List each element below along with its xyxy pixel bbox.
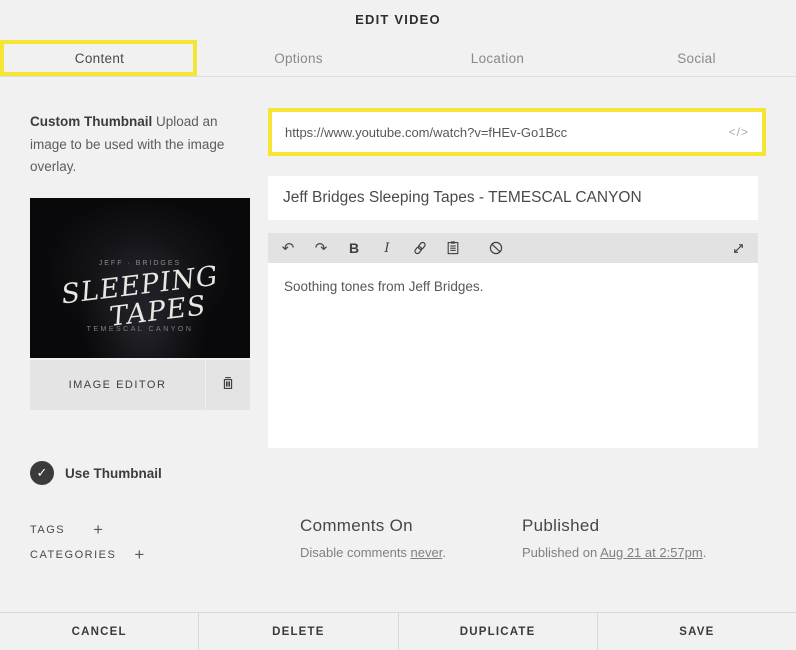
- text-editor-toolbar: ↶ ↷ B I: [268, 233, 758, 263]
- disable-comments-never-link[interactable]: never: [411, 545, 443, 560]
- clear-format-icon[interactable]: [488, 240, 504, 256]
- delete-thumbnail-button[interactable]: [206, 360, 250, 410]
- published-subtext: Published on Aug 21 at 2:57pm.: [522, 545, 707, 560]
- link-icon[interactable]: [412, 240, 428, 256]
- video-url-input[interactable]: [285, 124, 729, 140]
- bold-icon[interactable]: B: [346, 240, 362, 256]
- video-title-input[interactable]: [268, 176, 758, 220]
- use-thumbnail-row: ✓ Use Thumbnail: [30, 461, 162, 485]
- add-tag-button[interactable]: +: [93, 521, 103, 538]
- published-heading: Published: [522, 516, 600, 535]
- save-button[interactable]: SAVE: [596, 613, 796, 650]
- embed-code-icon[interactable]: </>: [729, 125, 749, 139]
- custom-thumbnail-label: Custom Thumbnail: [30, 114, 153, 129]
- tab-options[interactable]: Options: [199, 40, 398, 76]
- artwork-subtitle: TEMESCAL CANYON: [86, 326, 194, 333]
- cancel-button[interactable]: CANCEL: [0, 613, 198, 650]
- checkmark-icon: ✓: [36, 465, 48, 480]
- description-editor[interactable]: Soothing tones from Jeff Bridges.: [268, 263, 758, 448]
- edit-video-dialog: EDIT VIDEO Content Options Location Soci…: [0, 0, 796, 650]
- tab-location[interactable]: Location: [398, 40, 597, 76]
- tags-row: TAGS +: [30, 521, 103, 538]
- comments-heading: Comments On: [300, 516, 413, 535]
- thumbnail-preview[interactable]: JEFF · BRIDGES SLEEPING TAPES TEMESCAL C…: [30, 198, 250, 358]
- custom-thumbnail-description: Custom Thumbnail Upload an image to be u…: [30, 114, 225, 174]
- categories-label: CATEGORIES: [30, 548, 117, 561]
- tab-social[interactable]: Social: [597, 40, 796, 76]
- video-title-field: [268, 176, 758, 220]
- duplicate-button[interactable]: DUPLICATE: [397, 613, 597, 650]
- categories-row: CATEGORIES +: [30, 546, 144, 563]
- undo-icon[interactable]: ↶: [280, 240, 296, 257]
- redo-icon[interactable]: ↷: [313, 240, 329, 257]
- tags-label: TAGS: [30, 523, 66, 536]
- tabs-divider: [0, 76, 796, 77]
- comments-section: Comments On Disable comments never.: [300, 516, 446, 560]
- expand-icon[interactable]: [730, 240, 746, 256]
- trash-icon: [220, 375, 236, 396]
- video-url-field-highlighted: </>: [268, 108, 766, 156]
- published-date-link[interactable]: Aug 21 at 2:57pm: [600, 545, 703, 560]
- page-title: EDIT VIDEO: [355, 12, 441, 27]
- thumbnail-actions-row: IMAGE EDITOR: [30, 360, 250, 410]
- tab-content[interactable]: Content: [0, 40, 199, 76]
- image-editor-button[interactable]: IMAGE EDITOR: [30, 360, 205, 410]
- footer-action-bar: CANCEL DELETE DUPLICATE SAVE: [0, 612, 796, 650]
- use-thumbnail-label: Use Thumbnail: [65, 465, 162, 481]
- tab-bar: Content Options Location Social: [0, 40, 796, 76]
- published-section: Published Published on Aug 21 at 2:57pm.: [522, 516, 706, 560]
- delete-button[interactable]: DELETE: [198, 613, 397, 650]
- use-thumbnail-checkbox[interactable]: ✓: [30, 461, 54, 485]
- italic-icon[interactable]: I: [379, 240, 395, 256]
- description-text: Soothing tones from Jeff Bridges.: [284, 279, 484, 294]
- add-category-button[interactable]: +: [134, 546, 144, 563]
- comments-subtext: Disable comments never.: [300, 545, 446, 560]
- paste-icon[interactable]: [445, 240, 461, 256]
